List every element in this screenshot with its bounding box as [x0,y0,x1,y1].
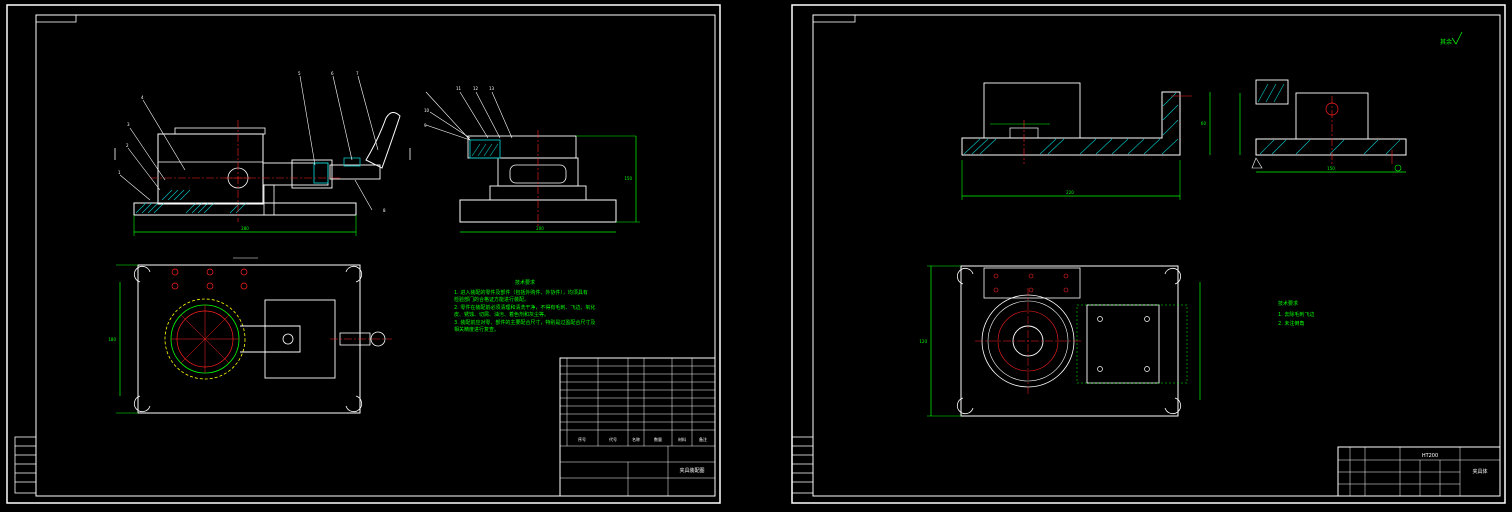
roughness-note: 其余 [1440,38,1452,46]
balloon-1: 1 [118,170,121,175]
balloon-2: 2 [126,143,129,148]
left-note-line-4: 皮、锈蚀、切屑、油污、着色剂和灰尘等。 [454,311,549,318]
right-technical-notes: 技术要求 1. 去除毛刺飞边 2. 未注倒角 [1278,300,1314,327]
balloon-8: 8 [383,208,386,213]
balloon-5: 5 [298,71,301,76]
parts-col-name: 名称 [632,436,640,442]
top-view: 180 [108,257,392,414]
left-sheet-outer-frame [6,4,721,504]
body-height-dim: 60 [1201,121,1207,126]
balloon-6: 6 [331,71,334,76]
right-corner-tag [812,14,856,23]
right-note-line-1: 1. 去除毛刺飞边 [1278,311,1314,318]
right-title-block: HT200 夹具体 [1337,446,1501,497]
parts-col-qty: 数量 [654,436,662,442]
left-note-line-6: 相关精度进行复查。 [454,326,499,333]
parts-col-material: 材料 [678,436,686,442]
left-note-line-1: 1. 进入装配的零件及部件（包括外购件、外协件），均须具有 [454,289,588,296]
parts-col-code: 代号 [609,436,617,442]
side-length-dim: 150 [1327,166,1335,171]
front-view-width-dim: 280 [241,226,249,231]
right-sheet-inner-frame [812,14,1501,497]
side-view: 150 200 [459,130,640,233]
front-view: 280 [114,112,411,236]
balloon-11: 11 [456,86,462,91]
body-top-view: 120 [919,265,1201,417]
parts-col-index: 序号 [578,436,586,442]
left-note-line-5: 3. 装配前应对零、部件的主要配合尺寸，特别是过盈配合尺寸及 [454,319,595,326]
body-front-section: 220 60 [961,82,1211,200]
side-view-height-dim: 150 [624,176,632,181]
right-sheet-outer-frame [791,4,1506,504]
left-technical-notes: 技术要求 1. 进入装配的零件及部件（包括外购件、外协件），均须具有 检验部门的… [454,279,595,333]
left-notes-heading: 技术要求 [515,279,535,286]
left-drawing-name: 夹具装配图 [679,467,704,474]
top-view-depth-dim-right: 120 [919,339,927,344]
front-view-leaders [119,75,379,211]
left-note-line-2: 检验部门的合格证方能进行装配。 [454,296,529,303]
left-corner-tag [35,14,77,23]
balloon-12: 12 [473,86,479,91]
right-notes-heading: 技术要求 [1278,300,1298,307]
right-sheet: 其余 220 60 150 120 技术要求 1. 去除毛刺飞边 2. 未注倒角… [791,4,1506,504]
right-material: HT200 [1422,453,1438,459]
side-view-width-dim: 200 [536,226,544,231]
balloon-4: 4 [141,95,144,100]
left-margin-block [14,436,37,494]
balloon-13: 13 [489,86,495,91]
body-side-section: 150 [1239,79,1407,173]
top-view-depth-dim: 180 [108,337,116,342]
right-margin-block [791,436,814,494]
cad-drawing-canvas: 280 1 2 3 4 5 6 7 8 150 200 9 10 11 12 1… [0,0,1512,508]
balloon-7: 7 [356,71,359,76]
body-length-dim: 220 [1066,190,1074,195]
parts-col-remark: 备注 [699,436,707,442]
left-note-line-3: 2. 零件在装配前必须清理和清洗干净，不得有毛刺、飞边、氧化 [454,304,595,311]
right-drawing-name: 夹具体 [1472,468,1487,475]
right-note-line-2: 2. 未注倒角 [1278,320,1304,327]
left-title-block: 序号 代号 名称 数量 材料 备注 夹具装配图 [559,357,716,497]
left-sheet: 280 1 2 3 4 5 6 7 8 150 200 9 10 11 12 1… [6,4,721,504]
balloon-10: 10 [424,108,430,113]
left-sheet-inner-frame [35,14,716,497]
balloon-3: 3 [127,122,130,127]
side-view-leaders [425,91,513,141]
